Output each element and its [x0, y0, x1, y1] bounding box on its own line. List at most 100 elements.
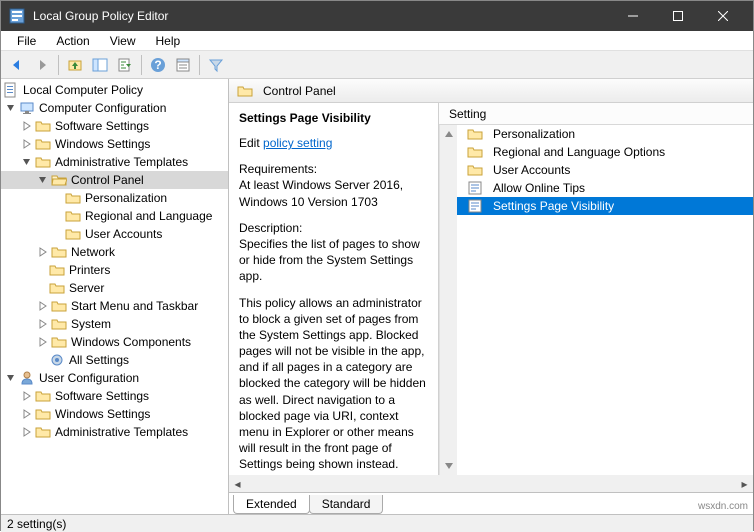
- expand-icon[interactable]: [37, 300, 49, 312]
- tree-uc-software[interactable]: Software Settings: [1, 387, 228, 405]
- description-p2: This policy allows an administrator to b…: [239, 295, 428, 473]
- tree-regional[interactable]: Regional and Language: [1, 207, 228, 225]
- tree-printers[interactable]: Printers: [1, 261, 228, 279]
- folder-icon: [35, 406, 51, 422]
- list-item-settings-visibility[interactable]: Settings Page Visibility: [457, 197, 753, 215]
- back-button[interactable]: [5, 53, 29, 77]
- content-area: Local Computer Policy Computer Configura…: [1, 79, 753, 514]
- tree-label: Computer Configuration: [39, 101, 166, 115]
- expand-icon[interactable]: [21, 390, 33, 402]
- menu-file[interactable]: File: [7, 32, 46, 50]
- folder-icon: [65, 226, 81, 242]
- folder-icon: [35, 154, 51, 170]
- collapse-icon[interactable]: [5, 372, 17, 384]
- tree-uc-admin[interactable]: Administrative Templates: [1, 423, 228, 441]
- folder-icon: [35, 136, 51, 152]
- expand-icon[interactable]: [21, 426, 33, 438]
- maximize-button[interactable]: [655, 1, 700, 31]
- collapse-icon[interactable]: [5, 102, 17, 114]
- tree-computer-config[interactable]: Computer Configuration: [1, 99, 228, 117]
- tab-standard[interactable]: Standard: [309, 495, 384, 514]
- list-item-personalization[interactable]: Personalization: [457, 125, 753, 143]
- list-item-regional[interactable]: Regional and Language Options: [457, 143, 753, 161]
- tree-label: Network: [71, 245, 115, 259]
- folder-icon: [467, 144, 483, 160]
- description-pane: Settings Page Visibility Edit policy set…: [229, 103, 439, 475]
- tree-user-config[interactable]: User Configuration: [1, 369, 228, 387]
- list-item-label: User Accounts: [493, 163, 570, 177]
- menu-action[interactable]: Action: [46, 32, 99, 50]
- tree-windows-components[interactable]: Windows Components: [1, 333, 228, 351]
- expand-icon[interactable]: [21, 120, 33, 132]
- collapse-icon[interactable]: [37, 174, 49, 186]
- show-hide-tree-button[interactable]: [88, 53, 112, 77]
- tree-pane[interactable]: Local Computer Policy Computer Configura…: [1, 79, 229, 514]
- tree-label: Windows Settings: [55, 137, 150, 151]
- folder-icon: [51, 298, 67, 314]
- collapse-icon[interactable]: [21, 156, 33, 168]
- tree-user-accounts[interactable]: User Accounts: [1, 225, 228, 243]
- scroll-up-icon[interactable]: [440, 125, 457, 143]
- folder-icon: [51, 244, 67, 260]
- close-button[interactable]: [700, 1, 745, 31]
- menubar: File Action View Help: [1, 31, 753, 51]
- list-column-header[interactable]: Setting: [439, 103, 753, 125]
- tree-root[interactable]: Local Computer Policy: [1, 81, 228, 99]
- scroll-down-icon[interactable]: [440, 457, 457, 475]
- separator: [58, 55, 59, 75]
- tree-all-settings[interactable]: All Settings: [1, 351, 228, 369]
- expand-icon[interactable]: [37, 246, 49, 258]
- svg-text:?: ?: [154, 58, 161, 72]
- setting-icon: [467, 180, 483, 196]
- menu-help[interactable]: Help: [146, 32, 191, 50]
- tree-network[interactable]: Network: [1, 243, 228, 261]
- minimize-button[interactable]: [610, 1, 655, 31]
- location-title: Control Panel: [263, 84, 336, 98]
- statusbar: 2 setting(s): [1, 514, 753, 532]
- properties-button[interactable]: [171, 53, 195, 77]
- tree-software-settings[interactable]: Software Settings: [1, 117, 228, 135]
- filter-button[interactable]: [204, 53, 228, 77]
- tree-control-panel[interactable]: Control Panel: [1, 171, 228, 189]
- tree-label: Software Settings: [55, 389, 149, 403]
- description-label: Description:: [239, 220, 428, 236]
- folder-icon: [49, 280, 65, 296]
- help-button[interactable]: ?: [146, 53, 170, 77]
- list-item-allow-tips[interactable]: Allow Online Tips: [457, 179, 753, 197]
- separator: [199, 55, 200, 75]
- expand-icon[interactable]: [37, 318, 49, 330]
- tree-label: Administrative Templates: [55, 155, 188, 169]
- forward-button[interactable]: [30, 53, 54, 77]
- tree-server[interactable]: Server: [1, 279, 228, 297]
- setting-icon: [467, 198, 483, 214]
- list-item-user-accounts[interactable]: User Accounts: [457, 161, 753, 179]
- expand-icon[interactable]: [21, 138, 33, 150]
- export-list-button[interactable]: [113, 53, 137, 77]
- policy-icon: [3, 82, 19, 98]
- tree-label: Windows Settings: [55, 407, 150, 421]
- scroll-left-icon[interactable]: ◂: [229, 477, 246, 491]
- scroll-right-icon[interactable]: ▸: [736, 477, 753, 491]
- policy-setting-link[interactable]: policy setting: [263, 136, 332, 150]
- vertical-scrollbar[interactable]: [439, 125, 457, 475]
- expand-icon[interactable]: [21, 408, 33, 420]
- tree-admin-templates[interactable]: Administrative Templates: [1, 153, 228, 171]
- separator: [141, 55, 142, 75]
- tree-label: Control Panel: [71, 173, 144, 187]
- list-item-label: Allow Online Tips: [493, 181, 585, 195]
- tree-start-menu[interactable]: Start Menu and Taskbar: [1, 297, 228, 315]
- tree-label: User Configuration: [39, 371, 139, 385]
- folder-icon: [35, 388, 51, 404]
- folder-icon: [467, 126, 483, 142]
- tab-extended[interactable]: Extended: [233, 495, 310, 514]
- expand-icon[interactable]: [37, 336, 49, 348]
- up-button[interactable]: [63, 53, 87, 77]
- tree-system[interactable]: System: [1, 315, 228, 333]
- tree-windows-settings[interactable]: Windows Settings: [1, 135, 228, 153]
- hscroll-main[interactable]: ◂ ▸: [229, 475, 753, 492]
- tree-personalization[interactable]: Personalization: [1, 189, 228, 207]
- menu-view[interactable]: View: [100, 32, 146, 50]
- tree-uc-windows[interactable]: Windows Settings: [1, 405, 228, 423]
- tree-label: Administrative Templates: [55, 425, 188, 439]
- tree-label: Windows Components: [71, 335, 191, 349]
